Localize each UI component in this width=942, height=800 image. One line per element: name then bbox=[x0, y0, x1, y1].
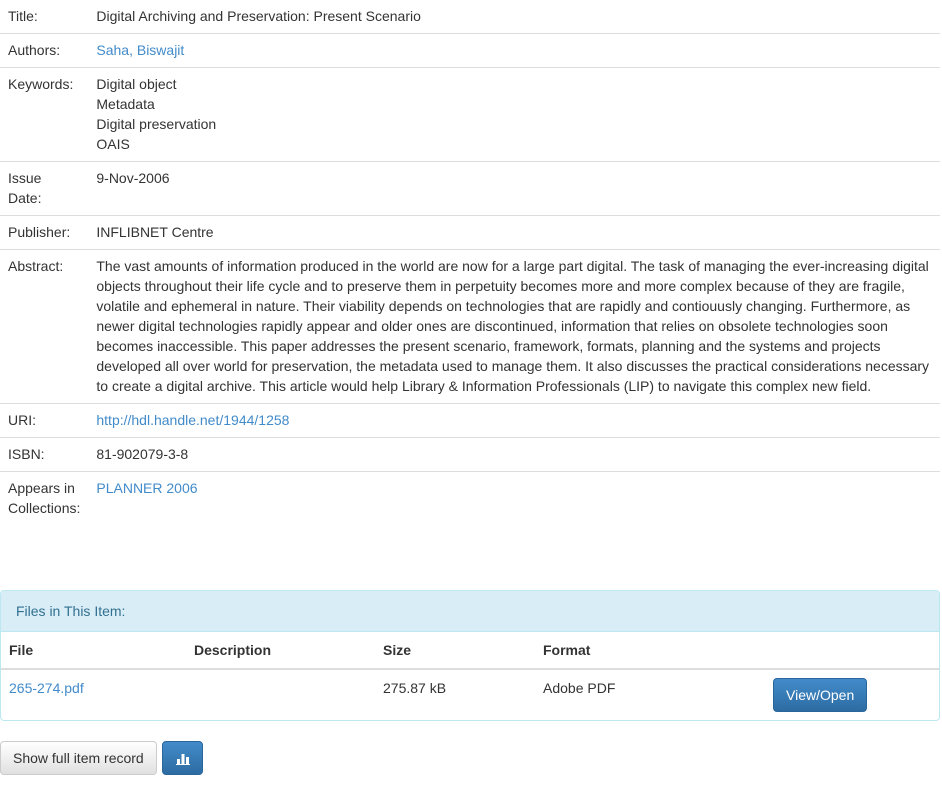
keyword: OAIS bbox=[96, 136, 130, 152]
column-header-description: Description bbox=[186, 632, 375, 670]
files-table-header: File Description Size Format bbox=[1, 632, 939, 670]
metadata-row-isbn: ISBN: 81-902079-3-8 bbox=[0, 437, 940, 472]
item-title: Digital Archiving and Preservation: Pres… bbox=[96, 8, 421, 24]
metadata-row-publisher: Publisher: INFLIBNET Centre bbox=[0, 215, 940, 250]
metadata-row-uri: URI: http://hdl.handle.net/1944/1258 bbox=[0, 403, 940, 438]
abstract-text: The vast amounts of information produced… bbox=[88, 249, 940, 404]
metadata-row-abstract: Abstract: The vast amounts of informatio… bbox=[0, 249, 940, 404]
item-metadata-table: Title: Digital Archiving and Preservatio… bbox=[0, 0, 940, 525]
column-header-format: Format bbox=[535, 632, 771, 670]
metadata-label: Issue Date: bbox=[0, 161, 89, 216]
files-panel-heading: Files in This Item: bbox=[1, 591, 939, 632]
files-panel: Files in This Item: File Description Siz… bbox=[0, 590, 940, 721]
publisher: INFLIBNET Centre bbox=[88, 215, 940, 250]
bar-chart-icon bbox=[175, 754, 190, 765]
metadata-label: Title: bbox=[8, 8, 38, 24]
keyword: Digital object bbox=[96, 76, 177, 92]
file-link[interactable]: 265-274.pdf bbox=[9, 680, 84, 696]
statistics-button[interactable] bbox=[161, 741, 203, 775]
file-size: 275.87 kB bbox=[383, 680, 447, 696]
file-description bbox=[186, 669, 375, 720]
files-table: File Description Size Format 265-274.pdf… bbox=[1, 632, 939, 720]
metadata-label: URI: bbox=[0, 403, 89, 438]
metadata-row-title: Title: Digital Archiving and Preservatio… bbox=[0, 0, 940, 34]
metadata-label: Publisher: bbox=[0, 215, 89, 250]
metadata-label: Authors: bbox=[0, 33, 89, 68]
table-row: 265-274.pdf 275.87 kB Adobe PDF View/Ope… bbox=[1, 669, 939, 720]
metadata-label: Keywords: bbox=[0, 67, 89, 162]
metadata-label: ISBN: bbox=[0, 437, 89, 472]
file-format: Adobe PDF bbox=[543, 680, 616, 696]
item-actions: Show full item record bbox=[0, 741, 203, 775]
metadata-row-keywords: Keywords: Digital object Metadata Digita… bbox=[0, 67, 940, 162]
keyword: Metadata bbox=[96, 96, 155, 112]
metadata-row-issue-date: Issue Date: 9-Nov-2006 bbox=[0, 161, 940, 216]
uri-link[interactable]: http://hdl.handle.net/1944/1258 bbox=[96, 412, 289, 428]
show-full-record-button[interactable]: Show full item record bbox=[0, 741, 157, 775]
column-header-size: Size bbox=[375, 632, 535, 670]
keyword: Digital preservation bbox=[96, 116, 217, 132]
column-header-actions bbox=[771, 632, 939, 670]
isbn: 81-902079-3-8 bbox=[88, 437, 940, 472]
issue-date: 9-Nov-2006 bbox=[88, 161, 940, 216]
metadata-row-authors: Authors: Saha, Biswajit bbox=[0, 33, 940, 68]
metadata-label: Abstract: bbox=[0, 249, 89, 404]
keywords-list: Digital object Metadata Digital preserva… bbox=[88, 67, 940, 162]
metadata-label: Appears in Collections: bbox=[0, 471, 89, 525]
metadata-row-collections: Appears in Collections: PLANNER 2006 bbox=[0, 471, 940, 525]
column-header-file: File bbox=[1, 632, 186, 670]
author-link[interactable]: Saha, Biswajit bbox=[96, 42, 184, 58]
view-open-button[interactable]: View/Open bbox=[773, 678, 868, 712]
collection-link[interactable]: PLANNER 2006 bbox=[96, 480, 197, 496]
